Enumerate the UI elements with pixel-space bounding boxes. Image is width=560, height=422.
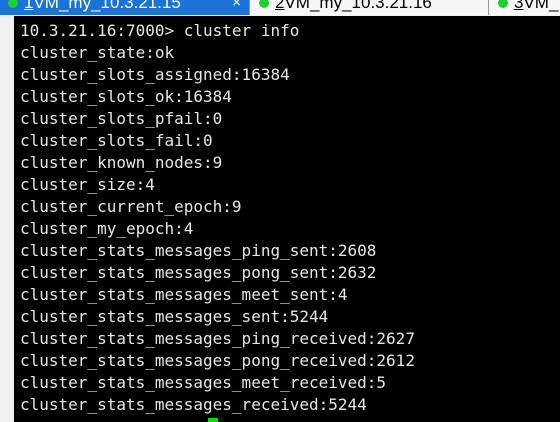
terminal-output-line: cluster_stats_messages_received:5244	[20, 395, 367, 414]
connected-status-icon	[498, 0, 508, 8]
session-tab-bar: 1 VM_my_10.3.21.15 × 2 VM_my_10.3.21.16 …	[0, 0, 560, 17]
terminal-output-line: cluster_stats_messages_pong_sent:2632	[20, 263, 377, 282]
tab-session-3-title: VM_	[523, 0, 559, 12]
connected-status-icon	[8, 0, 18, 8]
terminal-output-line: cluster_my_epoch:4	[20, 219, 194, 238]
left-gutter	[0, 16, 14, 422]
terminal-output-line: cluster_state:ok	[20, 43, 175, 62]
tab-session-1-title: VM_my_10.3.21.15	[33, 0, 181, 12]
terminal-output-line: cluster_stats_messages_sent:5244	[20, 307, 329, 326]
terminal-output-line: cluster_stats_messages_meet_received:5	[20, 373, 387, 392]
tab-session-1-number: 1	[24, 0, 34, 12]
tab-session-3[interactable]: 3 VM_	[490, 0, 560, 15]
terminal-output-line: cluster_slots_assigned:16384	[20, 65, 290, 84]
terminal-output-line: cluster_size:4	[20, 175, 155, 194]
tab-session-3-number: 3	[514, 0, 524, 12]
terminal-output-line: cluster_stats_messages_pong_received:261…	[20, 351, 415, 370]
terminal-output-line: cluster_stats_messages_ping_sent:2608	[20, 241, 377, 260]
terminal-output-line: cluster_slots_fail:0	[20, 131, 213, 150]
terminal-output-line: cluster_current_epoch:9	[20, 197, 242, 216]
connected-status-icon	[259, 0, 269, 8]
tab-session-2-number: 2	[275, 0, 285, 12]
terminal-output[interactable]: 10.3.21.16:7000> cluster info cluster_st…	[14, 16, 560, 422]
terminal-cursor	[208, 418, 218, 422]
tab-session-1[interactable]: 1 VM_my_10.3.21.15 ×	[0, 0, 250, 15]
terminal-output-line: cluster_known_nodes:9	[20, 153, 223, 172]
terminal-output-line: cluster_stats_messages_ping_received:262…	[20, 329, 415, 348]
ssh-client-window: 1 VM_my_10.3.21.15 × 2 VM_my_10.3.21.16 …	[0, 0, 560, 422]
terminal-output-line: cluster_stats_messages_meet_sent:4	[20, 285, 348, 304]
terminal-command-line: 10.3.21.16:7000> cluster info	[20, 21, 300, 40]
terminal-output-line: cluster_slots_pfail:0	[20, 109, 223, 128]
terminal-output-line: cluster_slots_ok:16384	[20, 87, 232, 106]
tab-session-2[interactable]: 2 VM_my_10.3.21.16	[251, 0, 489, 15]
tab-session-2-title: VM_my_10.3.21.16	[284, 0, 432, 12]
terminal-lines: 10.3.21.16:7000> cluster info cluster_st…	[20, 20, 415, 416]
close-tab-icon[interactable]: ×	[232, 0, 241, 11]
